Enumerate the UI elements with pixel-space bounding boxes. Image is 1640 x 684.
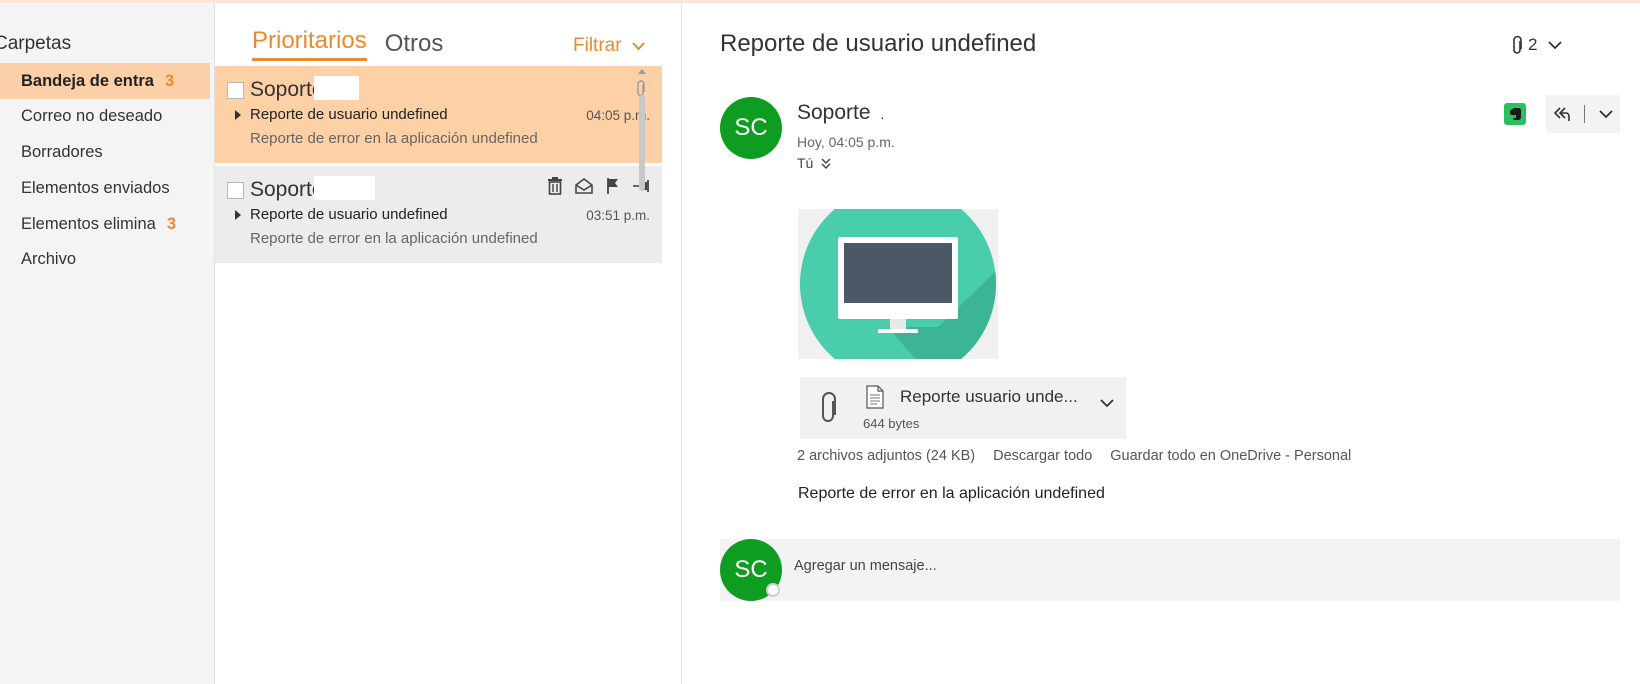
double-chevron-down-icon[interactable]: [821, 158, 831, 169]
attachment-name: Reporte usuario unde...: [900, 387, 1078, 406]
sender-name-text: Soporte: [797, 101, 871, 124]
message-item[interactable]: Soporte Reporte de usuario undefined 03:…: [215, 166, 662, 263]
folder-pane: Carpetas Bandeja de entra 3 Correo no de…: [0, 3, 215, 684]
attachments-indicator[interactable]: 2: [1512, 35, 1563, 55]
sender-suffix: .: [880, 106, 885, 122]
folder-label: Correo no deseado: [21, 106, 163, 125]
message-time: 03:51 p.m.: [586, 208, 650, 223]
document-icon: [866, 385, 884, 409]
message-checkbox[interactable]: [227, 182, 244, 199]
scroll-thumb[interactable]: [639, 95, 645, 191]
email-date: Hoy, 04:05 p.m.: [797, 134, 895, 150]
inbox-tabs: Prioritarios Otros: [252, 27, 461, 61]
folders-title[interactable]: Carpetas: [0, 33, 71, 55]
inline-image-monitor[interactable]: [798, 209, 998, 359]
sender-avatar[interactable]: SC: [720, 97, 782, 159]
separator: [1584, 105, 1586, 123]
message-sender: Soporte: [250, 178, 324, 201]
message-preview: Reporte de error en la aplicación undefi…: [250, 130, 538, 147]
message-list-pane: Prioritarios Otros Filtrar Soporte Repor…: [215, 3, 682, 684]
message-subject: Reporte de usuario undefined: [250, 106, 448, 123]
expand-thread-icon[interactable]: [235, 210, 241, 220]
attachment-size: 644 bytes: [863, 416, 920, 431]
quick-reply-input[interactable]: [794, 558, 1394, 574]
message-checkbox[interactable]: [227, 82, 244, 99]
scroll-up-icon[interactable]: [638, 69, 646, 74]
unread-count: 3: [164, 71, 175, 90]
message-item-selected[interactable]: Soporte Reporte de usuario undefined 04:…: [215, 66, 662, 163]
message-sender: Soporte: [250, 78, 324, 101]
tab-focused[interactable]: Prioritarios: [252, 27, 367, 61]
folder-archive[interactable]: Archivo: [0, 241, 210, 277]
folder-drafts[interactable]: Borradores: [0, 134, 210, 170]
list-scrollbar[interactable]: [638, 69, 646, 195]
message-subject: Reporte de usuario undefined: [250, 206, 448, 223]
folder-label: Elementos elimina: [21, 214, 156, 233]
paperclip-icon: [822, 392, 836, 422]
attachments-summary: 2 archivos adjuntos (24 KB): [797, 448, 976, 464]
folder-label: Elementos enviados: [21, 178, 170, 197]
chevron-down-icon: [1548, 40, 1563, 49]
filter-label: Filtrar: [573, 35, 622, 56]
recipient-name: Tú: [797, 155, 814, 171]
chevron-down-icon[interactable]: [1100, 399, 1114, 408]
email-subject-heading: Reporte de usuario undefined: [720, 30, 1037, 57]
folder-deleted[interactable]: Elementos elimina 3: [0, 206, 210, 242]
redacted-sender-address: [314, 176, 375, 200]
reading-pane: Reporte de usuario undefined 2 SC Soport…: [682, 3, 1640, 684]
presence-status-icon: [766, 583, 780, 597]
message-quick-actions: [545, 176, 652, 196]
evernote-icon[interactable]: [1504, 103, 1526, 125]
sender-name[interactable]: Soporte .: [797, 101, 884, 125]
reply-all-icon[interactable]: [1553, 105, 1571, 123]
folder-label: Borradores: [21, 142, 103, 161]
attachment-actions: 2 archivos adjuntos (24 KB) Descargar to…: [797, 448, 1351, 464]
delete-icon[interactable]: [545, 176, 565, 196]
folder-sent[interactable]: Elementos enviados: [0, 170, 210, 206]
flag-icon[interactable]: [603, 176, 623, 196]
save-to-onedrive-link[interactable]: Guardar todo en OneDrive - Personal: [1110, 448, 1351, 464]
folder-label: Archivo: [21, 249, 77, 268]
folder-junk[interactable]: Correo no deseado: [0, 98, 210, 134]
attachment-count: 2: [1528, 35, 1538, 54]
redacted-sender-address: [314, 76, 359, 100]
tab-other[interactable]: Otros: [385, 30, 444, 61]
chevron-down-icon: [631, 41, 645, 50]
message-preview: Reporte de error en la aplicación undefi…: [250, 230, 538, 247]
mark-read-icon[interactable]: [574, 176, 594, 196]
expand-thread-icon[interactable]: [235, 110, 241, 120]
download-all-link[interactable]: Descargar todo: [993, 448, 1092, 464]
filter-button[interactable]: Filtrar: [573, 35, 645, 57]
recipients-line[interactable]: Tú: [797, 155, 831, 171]
chevron-down-icon[interactable]: [1599, 109, 1613, 119]
reply-actions: [1546, 95, 1620, 133]
email-body: Reporte de error en la aplicación undefi…: [798, 485, 1105, 502]
folder-inbox[interactable]: Bandeja de entra 3: [0, 63, 210, 99]
paperclip-icon: [1513, 35, 1522, 54]
attachment-card[interactable]: Reporte usuario unde... 644 bytes: [800, 377, 1126, 439]
folder-label: Bandeja de entra: [21, 71, 154, 90]
unread-count: 3: [166, 214, 176, 233]
